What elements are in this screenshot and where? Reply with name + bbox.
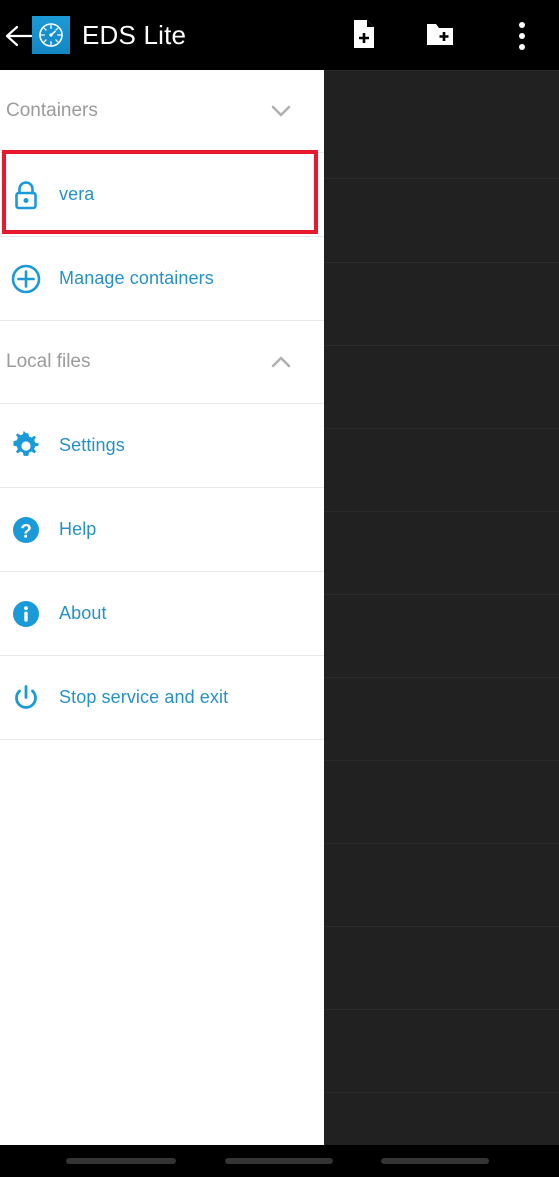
divider (0, 739, 324, 740)
gear-icon (9, 429, 43, 463)
app-screen: EDS Lite Containers vera Manage containe… (0, 0, 559, 1177)
system-navigation-bar (0, 1145, 559, 1177)
section-header-containers[interactable]: Containers (0, 70, 324, 152)
drawer-item-about[interactable]: About (0, 572, 324, 655)
drawer-item-manage-containers[interactable]: Manage containers (0, 237, 324, 320)
app-bar: EDS Lite (0, 0, 559, 70)
content-scrim[interactable] (324, 70, 559, 1145)
nav-home-button[interactable] (225, 1158, 333, 1164)
drawer-item-label: vera (59, 184, 95, 204)
file-plus-icon (351, 19, 377, 54)
new-folder-button[interactable] (418, 14, 462, 58)
content-row-divider (324, 760, 559, 761)
drawer-item-label: Settings (59, 435, 125, 455)
nav-recents-button[interactable] (381, 1158, 489, 1164)
content-row-divider (324, 1092, 559, 1093)
chevron-down-icon[interactable] (268, 98, 294, 124)
drawer-item-label: Stop service and exit (59, 687, 229, 707)
content-row-divider (324, 843, 559, 844)
drawer-item-label: Manage containers (59, 268, 214, 288)
app-title: EDS Lite (82, 20, 187, 50)
plus-circle-icon (9, 262, 43, 296)
lock-icon (9, 178, 43, 212)
drawer-item-help[interactable]: ? Help (0, 488, 324, 571)
power-icon (9, 681, 43, 715)
drawer-item-vera[interactable]: vera (0, 153, 324, 236)
content-row-divider (324, 511, 559, 512)
navigation-drawer: Containers vera Manage containers Local … (0, 70, 324, 1145)
content-row-divider (324, 1009, 559, 1010)
new-file-button[interactable] (342, 14, 386, 58)
folder-plus-icon (425, 21, 455, 52)
content-row-divider (324, 677, 559, 678)
section-label: Containers (6, 100, 98, 121)
content-row-divider (324, 345, 559, 346)
svg-text:?: ? (20, 521, 32, 542)
content-row-divider (324, 262, 559, 263)
chevron-up-icon[interactable] (268, 349, 294, 375)
content-row-divider (324, 926, 559, 927)
app-logo-icon (32, 16, 70, 54)
section-header-local-files[interactable]: Local files (0, 321, 324, 403)
drawer-item-label: About (59, 603, 107, 623)
drawer-item-settings[interactable]: Settings (0, 404, 324, 487)
question-circle-icon: ? (9, 513, 43, 547)
content-row-divider (324, 594, 559, 595)
content-row-divider (324, 428, 559, 429)
nav-back-button[interactable] (66, 1158, 176, 1164)
section-label: Local files (6, 351, 91, 372)
content-row-divider (324, 178, 559, 179)
drawer-item-label: Help (59, 519, 97, 539)
more-vertical-icon (519, 20, 525, 53)
overflow-menu-button[interactable] (500, 14, 544, 58)
info-circle-icon (9, 597, 43, 631)
drawer-item-stop-service-and-exit[interactable]: Stop service and exit (0, 656, 324, 739)
content-row-divider (324, 70, 559, 71)
